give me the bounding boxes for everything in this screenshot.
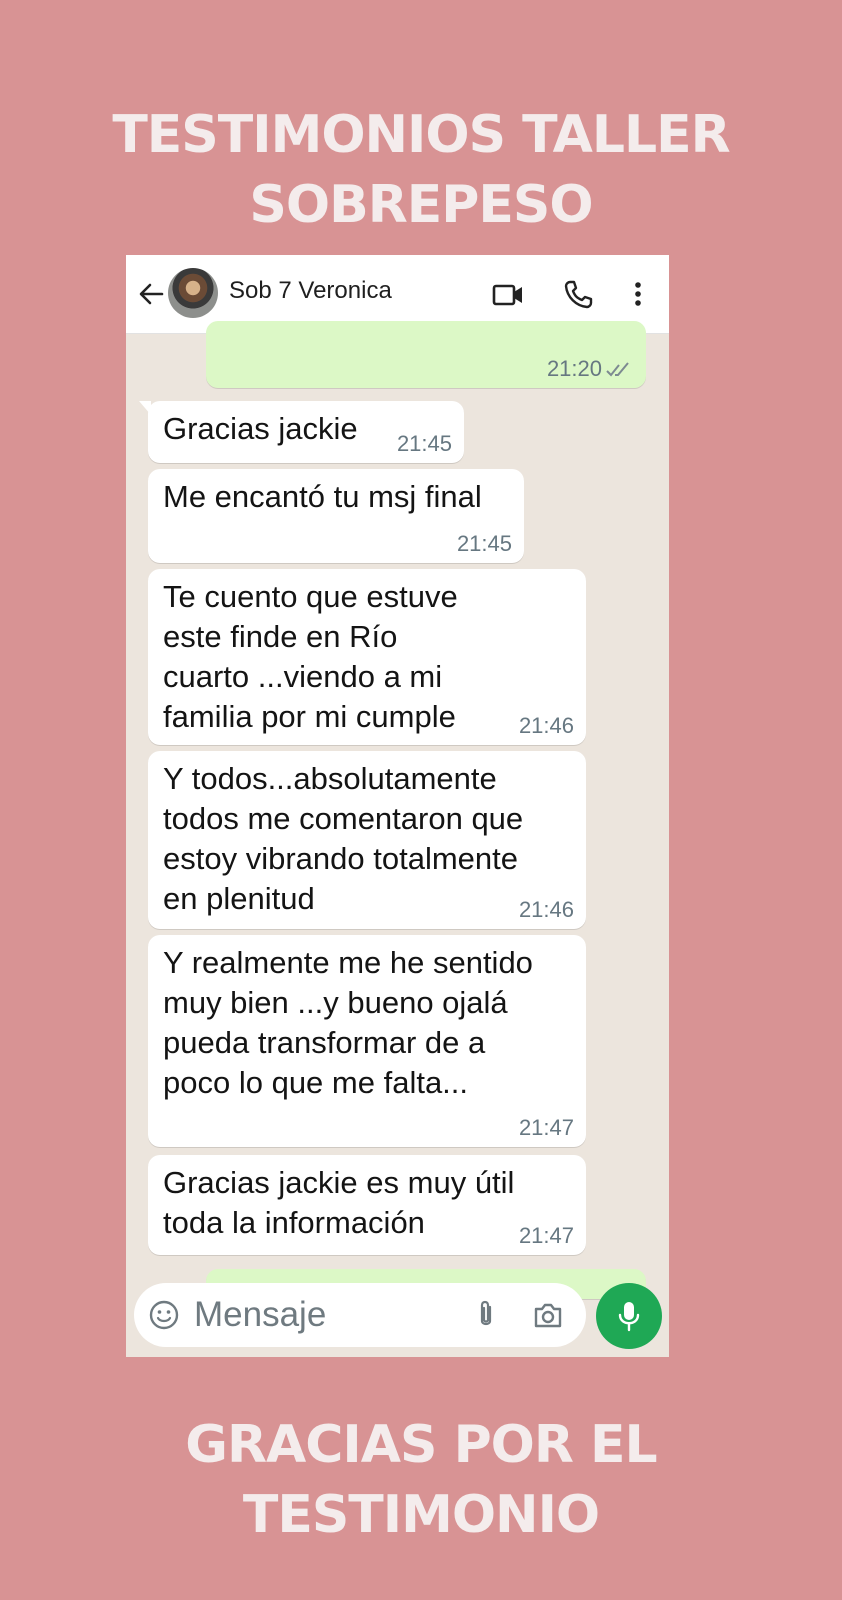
message-text: Gracias jackie: [163, 411, 358, 446]
contact-name[interactable]: Sob 7 Veronica: [229, 277, 392, 305]
message-bubble-incoming[interactable]: Y realmente me he sentido muy bien ...y …: [148, 935, 586, 1147]
message-time: 21:20: [546, 356, 602, 381]
message-bubble-incoming[interactable]: Te cuento que estuve este finde en Río c…: [148, 569, 586, 745]
message-text: Te cuento que estuve este finde en Río c…: [163, 579, 458, 734]
message-time: 21:45: [396, 431, 452, 456]
message-text: Y realmente me he sentido muy bien ...y …: [163, 945, 533, 1100]
footer-text: GRACIAS POR EL TESTIMONIO: [0, 1410, 842, 1550]
message-text: Me encantó tu msj final: [163, 479, 482, 514]
message-composer[interactable]: Mensaje: [134, 1283, 586, 1347]
voice-message-button[interactable]: [596, 1283, 662, 1349]
message-bubble-outgoing[interactable]: 21:20: [206, 321, 646, 388]
message-bubble-incoming[interactable]: Gracias jackie es muy útil toda la infor…: [148, 1155, 586, 1255]
video-call-icon[interactable]: [492, 281, 524, 309]
message-time: 21:45: [456, 531, 512, 556]
message-input[interactable]: Mensaje: [194, 1295, 326, 1335]
message-text: Gracias jackie es muy útil toda la infor…: [163, 1165, 515, 1240]
emoji-icon[interactable]: [148, 1299, 180, 1331]
message-time: 21:46: [518, 713, 574, 738]
message-list: 21:20 Gracias jackie 21:45 Me encantó tu…: [126, 321, 669, 1357]
footer-line-1: GRACIAS POR EL: [185, 1415, 657, 1475]
read-receipt-icon: [606, 362, 629, 377]
title-line-1: TESTIMONIOS TALLER: [112, 105, 730, 165]
chat-screenshot: Sob 7 Veronica 21:20 Gracias jackie 21:4…: [126, 255, 669, 1357]
page-title: TESTIMONIOS TALLER SOBREPESO: [0, 100, 842, 240]
more-options-icon[interactable]: [626, 279, 650, 309]
attachment-icon[interactable]: [472, 1299, 500, 1331]
camera-icon[interactable]: [532, 1300, 564, 1330]
message-bubble-incoming[interactable]: Y todos...absolutamente todos me comenta…: [148, 751, 586, 929]
title-line-2: SOBREPESO: [249, 175, 593, 235]
message-bubble-incoming[interactable]: Me encantó tu msj final 21:45: [148, 469, 524, 563]
message-bubble-incoming[interactable]: Gracias jackie 21:45: [139, 401, 464, 463]
phone-call-icon[interactable]: [563, 279, 593, 309]
footer-line-2: TESTIMONIO: [242, 1485, 600, 1545]
avatar[interactable]: [168, 268, 218, 318]
message-time: 21:47: [518, 1115, 574, 1140]
bubble-tail: [139, 401, 151, 415]
back-arrow-icon[interactable]: [136, 279, 166, 309]
microphone-icon: [618, 1302, 640, 1332]
message-time: 21:46: [518, 897, 574, 922]
message-text: Y todos...absolutamente todos me comenta…: [163, 761, 524, 916]
message-time: 21:47: [518, 1223, 574, 1248]
